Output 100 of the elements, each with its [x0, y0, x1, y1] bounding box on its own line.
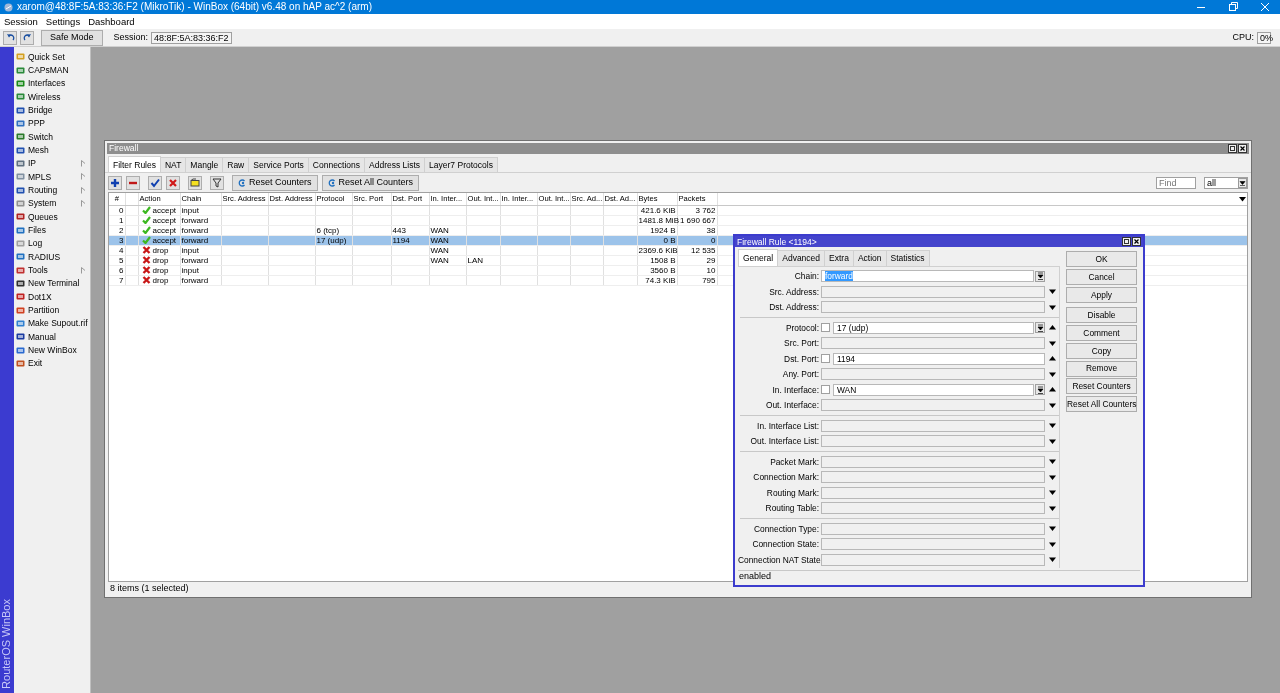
- input-field[interactable]: [821, 553, 1045, 566]
- sidebar-item[interactable]: System: [14, 196, 90, 211]
- arrow-down-icon[interactable]: [1048, 304, 1056, 310]
- input-field[interactable]: [821, 502, 1045, 515]
- reset-button[interactable]: Reset Counters: [232, 174, 318, 191]
- table-cell[interactable]: 1: [109, 215, 125, 226]
- input-field[interactable]: [821, 368, 1045, 381]
- safe-mode-button[interactable]: Safe Mode: [41, 29, 103, 46]
- sidebar-item[interactable]: Interfaces: [14, 76, 90, 91]
- sidebar-item[interactable]: Bridge: [14, 103, 90, 117]
- close-icon[interactable]: [1132, 237, 1141, 247]
- tab[interactable]: Advanced: [777, 250, 826, 266]
- dialog-button[interactable]: Disable: [1066, 307, 1137, 324]
- arrow-down-icon[interactable]: [1048, 459, 1056, 465]
- input-field[interactable]: 17 (udp): [833, 321, 1034, 334]
- tab[interactable]: Extra: [824, 250, 854, 266]
- tab[interactable]: Service Ports: [248, 157, 309, 173]
- input-field[interactable]: [821, 486, 1045, 499]
- restore-icon[interactable]: [1228, 2, 1238, 12]
- arrow-down-icon[interactable]: [1048, 289, 1056, 295]
- checkbox[interactable]: [821, 385, 830, 395]
- table-cell[interactable]: 3: [109, 235, 125, 246]
- dialog-button[interactable]: Cancel: [1066, 269, 1137, 286]
- disable-button[interactable]: [166, 175, 180, 190]
- add-button[interactable]: [108, 175, 122, 190]
- arrow-down-icon[interactable]: [1048, 505, 1056, 511]
- arrow-down-icon[interactable]: [1048, 541, 1056, 547]
- input-field[interactable]: [821, 285, 1045, 298]
- arrow-down-icon[interactable]: [1048, 474, 1056, 480]
- sidebar-item[interactable]: Wireless: [14, 90, 90, 104]
- arrow-down-icon[interactable]: [1048, 490, 1056, 496]
- dialog-button[interactable]: Apply: [1066, 286, 1137, 303]
- menu-item[interactable]: Dashboard: [88, 15, 135, 28]
- table-cell[interactable]: 7: [109, 275, 125, 286]
- filter-button[interactable]: [210, 175, 224, 190]
- search-field[interactable]: Find: [1156, 176, 1196, 189]
- input-field[interactable]: 1194: [833, 352, 1045, 365]
- sidebar-item[interactable]: CAPsMAN: [14, 63, 90, 77]
- sidebar-item[interactable]: Exit: [14, 356, 90, 371]
- sidebar-item[interactable]: MPLS: [14, 170, 90, 184]
- input-field[interactable]: [821, 471, 1045, 484]
- input-field[interactable]: [821, 399, 1045, 412]
- sidebar-item[interactable]: Manual: [14, 330, 90, 344]
- maximize-icon[interactable]: [1228, 144, 1237, 153]
- sidebar-item[interactable]: New Terminal: [14, 276, 90, 291]
- session-field[interactable]: 48:8F:5A:83:36:F2: [151, 31, 232, 44]
- arrow-down-icon[interactable]: [1048, 526, 1056, 532]
- arrow-down-icon[interactable]: [1048, 423, 1056, 429]
- checkbox[interactable]: [821, 354, 830, 364]
- undo-button[interactable]: [3, 30, 17, 45]
- sidebar-item[interactable]: RADIUS: [14, 250, 90, 264]
- tab[interactable]: Connections: [307, 157, 366, 173]
- sidebar-item[interactable]: Quick Set: [14, 50, 90, 64]
- tab[interactable]: Mangle: [185, 157, 224, 173]
- arrow-up-icon[interactable]: [1048, 387, 1056, 393]
- tab[interactable]: Statistics: [885, 250, 930, 266]
- dialog-button[interactable]: Reset All Counters: [1066, 395, 1137, 412]
- filter-dropdown[interactable]: all: [1204, 176, 1248, 189]
- sidebar-item[interactable]: Queues: [14, 210, 90, 224]
- dialog-button[interactable]: Reset Counters: [1066, 378, 1137, 395]
- sidebar-item[interactable]: Files: [14, 223, 90, 237]
- input-field[interactable]: [821, 538, 1045, 551]
- sidebar-item[interactable]: Switch: [14, 130, 90, 144]
- input-field[interactable]: [821, 522, 1045, 535]
- dialog-button[interactable]: Remove: [1066, 360, 1137, 377]
- sidebar-item[interactable]: Partition: [14, 303, 90, 317]
- sidebar-item[interactable]: Tools: [14, 263, 90, 277]
- column-menu-icon[interactable]: [1239, 197, 1246, 203]
- input-field[interactable]: [821, 435, 1045, 448]
- arrow-down-icon[interactable]: [1048, 438, 1056, 444]
- tab[interactable]: Raw: [222, 157, 250, 173]
- table-cell[interactable]: 4: [109, 245, 125, 256]
- arrow-down-icon[interactable]: [1048, 402, 1056, 408]
- dialog-button[interactable]: Copy: [1066, 342, 1137, 359]
- arrow-down-icon[interactable]: [1048, 557, 1056, 563]
- dialog-button[interactable]: OK: [1066, 251, 1137, 268]
- arrow-up-icon[interactable]: [1048, 325, 1056, 331]
- tab[interactable]: General: [738, 249, 779, 266]
- tab[interactable]: Layer7 Protocols: [424, 157, 498, 173]
- table-cell[interactable]: 0: [109, 205, 125, 216]
- tab[interactable]: Action: [852, 250, 887, 266]
- remove-button[interactable]: [126, 175, 140, 190]
- sidebar-item[interactable]: Make Supout.rif: [14, 316, 90, 331]
- arrow-up-icon[interactable]: [1048, 356, 1056, 362]
- table-cell[interactable]: 6: [109, 265, 125, 276]
- sidebar-item[interactable]: PPP: [14, 116, 90, 131]
- dialog-button[interactable]: Comment: [1066, 325, 1137, 342]
- dropdown-button[interactable]: [1035, 384, 1045, 396]
- input-field[interactable]: [821, 419, 1045, 432]
- sidebar-item[interactable]: Log: [14, 236, 90, 251]
- reset-button[interactable]: Reset All Counters: [321, 174, 420, 191]
- menu-item[interactable]: Settings: [45, 15, 81, 28]
- dropdown-button[interactable]: [1035, 322, 1045, 334]
- tab[interactable]: Address Lists: [364, 157, 426, 173]
- arrow-down-icon[interactable]: [1048, 371, 1056, 377]
- arrow-down-icon[interactable]: [1048, 340, 1056, 346]
- sidebar-item[interactable]: New WinBox: [14, 343, 90, 357]
- sidebar-item[interactable]: IP: [14, 156, 90, 171]
- sidebar-item[interactable]: Dot1X: [14, 290, 90, 304]
- redo-button[interactable]: [20, 30, 34, 45]
